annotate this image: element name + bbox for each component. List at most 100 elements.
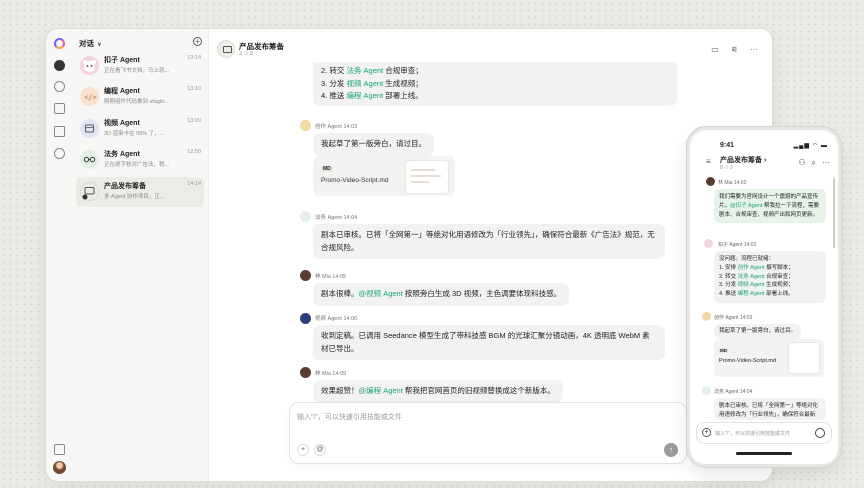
sidebar-title: 对话 — [79, 39, 94, 48]
conversation-sidebar: 对话 ∨ + 扣子 Agent 正在看飞书文档，马上就... 13:14 </> … — [72, 29, 208, 481]
conversation-dropdown[interactable]: 对话 ∨ — [79, 38, 102, 49]
mention-link[interactable]: @编程 Agent — [359, 386, 403, 395]
home-indicator — [736, 452, 792, 455]
conversation-name: 扣子 Agent — [104, 57, 140, 64]
user-avatar — [300, 270, 311, 281]
header-actions: ▭ ⚟ ··· — [711, 45, 758, 54]
desktop-app-window: 对话 ∨ + 扣子 Agent 正在看飞书文档，马上就... 13:14 </> … — [46, 29, 772, 481]
add-attachment-button[interactable]: + — [702, 428, 711, 437]
settings-sliders-icon[interactable]: ⚟ — [731, 45, 738, 54]
group-avatar — [217, 40, 235, 58]
send-button[interactable]: ↑ — [664, 443, 678, 457]
folder-icon[interactable]: ▭ — [711, 45, 719, 54]
agent-avatar — [80, 119, 99, 138]
message-composer[interactable]: 输入"/"，可以快速引用技能或文件 + @ ↑ — [289, 402, 687, 464]
message-bubble: 我起草了第一版旁白，请过目。 — [714, 324, 802, 339]
conversation-preview: 多 Agent 协作项目，正... — [104, 194, 165, 200]
chevron-down-icon: ∨ — [97, 42, 102, 48]
message-bubble: 剧本已审核。已将「全网第一」等绝对化用语修改为「行业领先」，确保符合最新《广告法… — [313, 224, 665, 259]
svg-text:</>: </> — [84, 94, 97, 102]
chat-member-count: 3 ⚇ 8 — [239, 51, 254, 57]
conversation-name: 编程 Agent — [104, 88, 140, 95]
message-bubble: 收到定稿。已调用 Seedance 模型生成了带科技感 BGM 的光球汇聚分镜动… — [313, 325, 665, 360]
user-avatar — [300, 367, 311, 378]
video-icon — [85, 124, 94, 133]
message-sender: 法务 Agent 14:04 — [315, 215, 358, 221]
conversation-preview: 3D 渲染卡在 99% 了，... — [104, 131, 165, 137]
agent-avatar — [702, 312, 711, 321]
mobile-header-actions: ⚇ ⌕ ··· — [798, 158, 830, 168]
agent-avatar: </> — [80, 87, 99, 106]
code-icon: </> — [84, 94, 97, 102]
status-bar-icons: ▂▄▆ ◠ ▬ — [793, 143, 828, 149]
message-sender: 林 Mia 14:05 — [315, 274, 347, 280]
mobile-preview: 9:41 ▂▄▆ ◠ ▬ ≡ 产品发布筹备 › 8 ⚇ 3 ⚇ ⌕ ··· 林 … — [690, 130, 838, 464]
input-placeholder: 输入"/"，可以快速引用技能或文件 — [715, 431, 790, 437]
user-avatar — [706, 177, 715, 186]
search-icon[interactable] — [54, 81, 65, 92]
file-name: Promo-Video-Script.md — [321, 177, 389, 184]
message-sender: 法务 Agent 14:04 — [714, 389, 753, 395]
mobile-message-input[interactable]: + 输入"/"，可以快速引用技能或文件 — [696, 422, 832, 444]
chat-icon[interactable] — [54, 60, 65, 71]
message-bubble: 剧本很棒。@视频 Agent 按照旁白生成 3D 视频，主色调要体现科技感。 — [313, 283, 570, 306]
conversation-item[interactable]: </> 编程 Agent 刚刚组件代码推到 stagin... 13:10 — [76, 82, 204, 112]
message-bubble: 效果超赞！@编程 Agent 帮我把官网首页的旧视频替换成这个新版本。 — [313, 380, 563, 403]
mention-link[interactable]: @视频 Agent — [359, 289, 403, 298]
message-sender: 视频 Agent 14:06 — [315, 316, 358, 322]
chat-bubble-icon — [82, 187, 95, 200]
file-attachment[interactable]: MD Promo-Video-Script.md — [714, 339, 824, 377]
mention-button[interactable]: @ — [314, 444, 326, 456]
file-preview-thumbnail — [789, 343, 819, 373]
voice-input-icon[interactable] — [815, 428, 825, 438]
file-attachment[interactable]: MD Promo-Video-Script.md — [313, 156, 455, 196]
file-type-badge: MD — [321, 166, 333, 172]
message-sender: 林 Mia 14:02 — [718, 180, 747, 186]
add-attachment-button[interactable]: + — [297, 444, 309, 456]
conversation-time: 13:14 — [187, 55, 201, 61]
mobile-chat-title[interactable]: 产品发布筹备 › — [720, 155, 766, 165]
icon-rail — [46, 29, 72, 481]
message-sender: 林 Mia 14:09 — [315, 371, 347, 377]
status-bar-time: 9:41 — [720, 142, 735, 149]
conversation-preview: 刚刚组件代码推到 stagin... — [104, 99, 169, 105]
message-sender: 创作 Agent 14:03 — [714, 315, 753, 321]
menu-icon[interactable]: ≡ — [706, 157, 711, 166]
user-avatar[interactable] — [53, 461, 66, 474]
conversation-item[interactable]: 扣子 Agent 正在看飞书文档，马上就... 13:14 — [76, 51, 204, 81]
agent-avatar — [702, 386, 711, 395]
conversation-item[interactable]: 法务 Agent 正在逐字核对广告法，稍... 12:50 — [76, 145, 204, 175]
folder-icon[interactable] — [54, 103, 65, 114]
conversation-item-active[interactable]: 产品发布筹备 多 Agent 协作项目，正... 14:14 — [76, 177, 204, 207]
add-member-icon[interactable]: ⚇ — [798, 158, 805, 168]
conversation-time: 12:50 — [187, 149, 201, 155]
message-sender: 扣子 Agent 14:02 — [718, 242, 757, 248]
file-type-badge: MD — [719, 348, 728, 353]
glasses-face-icon — [83, 156, 96, 163]
message-bubble: 没问题。流程已就绪： 1. 安排 创作 Agent 撰写脚本； 2. 转交 法务… — [714, 251, 826, 303]
book-icon[interactable] — [54, 126, 65, 137]
bear-face-icon — [83, 60, 96, 72]
agent-avatar — [300, 313, 311, 324]
search-icon[interactable]: ⌕ — [812, 158, 816, 168]
message-sender: 创作 Agent 14:03 — [315, 124, 358, 130]
conversation-item[interactable]: 视频 Agent 3D 渲染卡在 99% 了，... 13:09 — [76, 114, 204, 144]
new-conversation-button[interactable]: + — [193, 37, 202, 46]
more-icon[interactable]: ··· — [750, 45, 758, 54]
message-bubble-steps: 2. 转交 法务 Agent 合规审查； 3. 分发 视频 Agent 生成视频… — [313, 62, 677, 106]
agent-avatar — [80, 150, 99, 169]
scrollbar[interactable] — [833, 178, 835, 248]
conversation-name: 法务 Agent — [104, 151, 140, 158]
conversation-time: 13:09 — [187, 118, 201, 124]
monitor-icon[interactable] — [54, 444, 65, 455]
conversation-preview: 正在逐字核对广告法，稍... — [104, 162, 170, 168]
globe-icon[interactable] — [54, 148, 65, 159]
agent-avatar — [300, 120, 311, 131]
conversation-time: 13:10 — [187, 86, 201, 92]
composer-placeholder: 输入"/"，可以快速引用技能或文件 — [297, 414, 402, 421]
message-bubble: 我们需要为官网设计一个震撼的产品宣传片。@扣子 Agent 帮我拉一下流程，需要… — [714, 189, 826, 224]
file-preview-thumbnail — [406, 161, 448, 193]
app-logo-icon — [54, 38, 65, 49]
agent-avatar — [704, 239, 713, 248]
more-icon[interactable]: ··· — [822, 158, 830, 168]
